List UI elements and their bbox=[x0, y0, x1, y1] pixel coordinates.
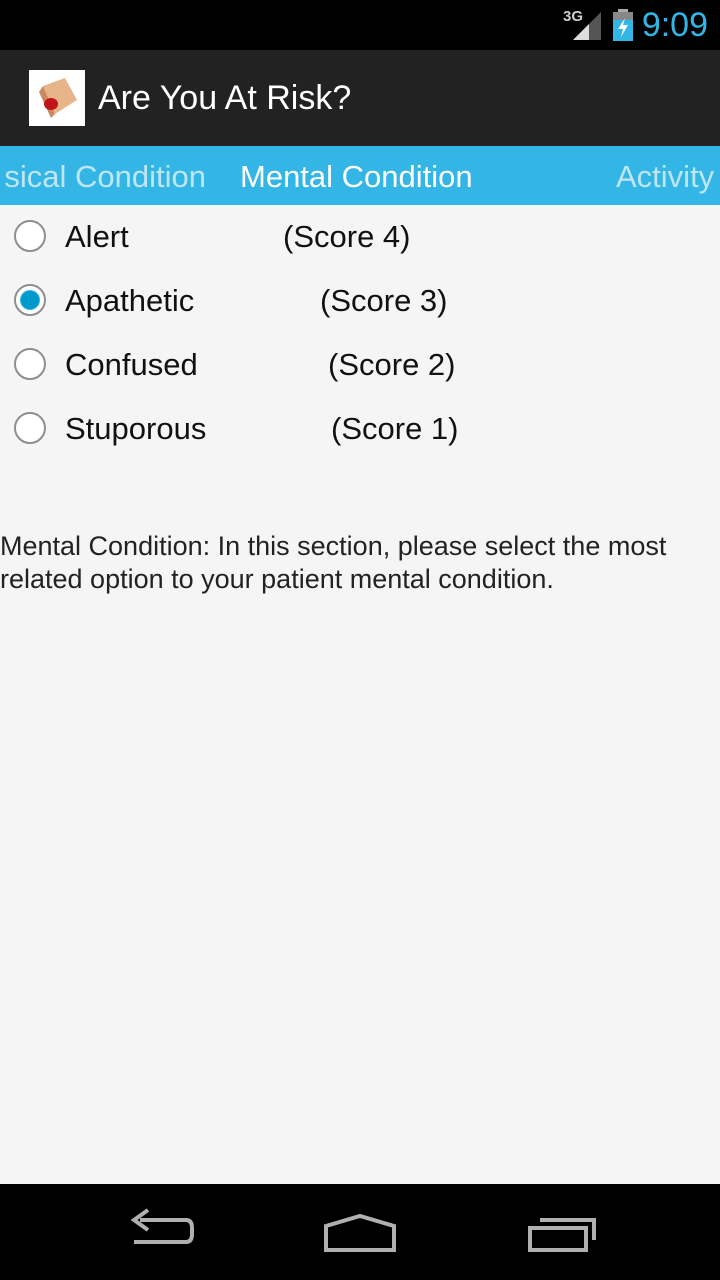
status-bar: 3G 9:09 bbox=[0, 0, 720, 50]
app-icon[interactable] bbox=[29, 70, 85, 126]
clock: 9:09 bbox=[641, 6, 708, 44]
radio-button-checked[interactable] bbox=[14, 284, 46, 316]
option-stuporous[interactable]: Stuporous (Score 1) bbox=[0, 398, 720, 462]
back-icon[interactable] bbox=[120, 1206, 200, 1258]
home-icon[interactable] bbox=[320, 1206, 400, 1258]
option-apathetic[interactable]: Apathetic (Score 3) bbox=[0, 270, 720, 334]
option-label: Confused bbox=[65, 347, 198, 382]
app-title: Are You At Risk? bbox=[98, 79, 352, 117]
recent-apps-icon[interactable] bbox=[520, 1206, 600, 1258]
tab-mental-condition[interactable]: Mental Condition bbox=[240, 158, 473, 196]
option-score: (Score 3) bbox=[320, 283, 448, 318]
option-label: Apathetic bbox=[65, 283, 195, 318]
option-confused[interactable]: Confused (Score 2) bbox=[0, 334, 720, 398]
radio-button[interactable] bbox=[14, 348, 46, 380]
option-score: (Score 4) bbox=[283, 219, 411, 254]
section-description: Mental Condition: In this section, pleas… bbox=[0, 531, 667, 594]
option-label: Alert bbox=[65, 219, 129, 254]
option-label: Stuporous bbox=[65, 411, 207, 446]
option-score: (Score 1) bbox=[331, 411, 459, 446]
radio-selected-dot bbox=[21, 291, 39, 309]
navigation-bar bbox=[0, 1184, 720, 1280]
app-logo-icon bbox=[29, 70, 85, 126]
battery-charging-icon bbox=[613, 9, 633, 41]
radio-button[interactable] bbox=[14, 412, 46, 444]
tab-physical-condition[interactable]: sical Condition bbox=[4, 158, 206, 196]
option-score: (Score 2) bbox=[328, 347, 456, 382]
tab-activity[interactable]: Activity bbox=[616, 158, 714, 196]
radio-button[interactable] bbox=[14, 220, 46, 252]
signal-icon bbox=[573, 12, 601, 40]
option-alert[interactable]: Alert (Score 4) bbox=[0, 206, 720, 270]
tab-strip: sical Condition Mental Condition Activit… bbox=[0, 146, 720, 205]
action-bar: Are You At Risk? bbox=[0, 50, 720, 146]
